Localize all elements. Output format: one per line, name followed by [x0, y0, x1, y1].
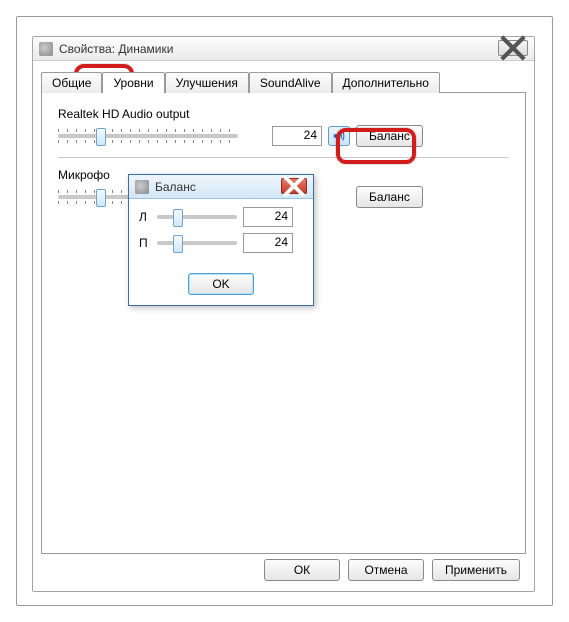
- output-slider-thumb[interactable]: [96, 128, 106, 146]
- cancel-button[interactable]: Отмена: [348, 559, 424, 581]
- speaker-icon: [135, 180, 149, 194]
- output-balance-button[interactable]: Баланс: [356, 125, 423, 147]
- tab-general[interactable]: Общие: [41, 72, 102, 93]
- balance-popup: Баланс Л 24 П 24 OK: [128, 174, 314, 306]
- balance-right-slider[interactable]: [157, 241, 237, 245]
- popup-close-button[interactable]: [281, 178, 307, 194]
- speaker-icon: [39, 42, 53, 56]
- balance-left-row: Л 24: [139, 207, 303, 227]
- popup-footer: OK: [129, 267, 313, 305]
- balance-left-thumb[interactable]: [173, 209, 183, 227]
- divider: [58, 157, 509, 158]
- close-icon: [499, 34, 527, 62]
- balance-right-value[interactable]: 24: [243, 233, 293, 253]
- mic-balance-button[interactable]: Баланс: [356, 186, 423, 208]
- tab-enhancements[interactable]: Улучшения: [165, 72, 249, 93]
- output-slider[interactable]: [58, 134, 238, 138]
- levels-panel: Realtek HD Audio output 24 Баланс Микроф…: [41, 92, 526, 554]
- balance-left-value[interactable]: 24: [243, 207, 293, 227]
- dialog-footer: ОК Отмена Применить: [264, 559, 520, 581]
- balance-right-thumb[interactable]: [173, 235, 183, 253]
- tab-levels[interactable]: Уровни: [102, 72, 164, 93]
- ok-button[interactable]: ОК: [264, 559, 340, 581]
- balance-right-row: П 24: [139, 233, 303, 253]
- output-row: 24 Баланс: [58, 125, 509, 147]
- popup-ok-button[interactable]: OK: [188, 273, 254, 295]
- balance-left-label: Л: [139, 210, 151, 224]
- apply-button[interactable]: Применить: [432, 559, 520, 581]
- output-label: Realtek HD Audio output: [58, 107, 509, 121]
- popup-title: Баланс: [155, 180, 196, 194]
- popup-body: Л 24 П 24: [129, 199, 313, 267]
- balance-left-slider[interactable]: [157, 215, 237, 219]
- title-bar: Свойства: Динамики: [33, 37, 534, 61]
- output-value[interactable]: 24: [272, 126, 322, 146]
- mute-button[interactable]: [328, 126, 350, 146]
- close-button[interactable]: [498, 40, 528, 56]
- mic-slider-thumb[interactable]: [96, 189, 106, 207]
- tab-strip: Общие Уровни Улучшения SoundAlive Дополн…: [41, 71, 526, 92]
- close-icon: [282, 174, 306, 198]
- window-title: Свойства: Динамики: [59, 42, 173, 56]
- balance-right-label: П: [139, 236, 151, 250]
- speaker-volume-icon: [332, 129, 346, 143]
- tab-soundalive[interactable]: SoundAlive: [249, 72, 332, 93]
- popup-title-bar: Баланс: [129, 175, 313, 199]
- tab-advanced[interactable]: Дополнительно: [332, 72, 440, 93]
- properties-window: Свойства: Динамики Общие Уровни Улучшени…: [32, 36, 535, 592]
